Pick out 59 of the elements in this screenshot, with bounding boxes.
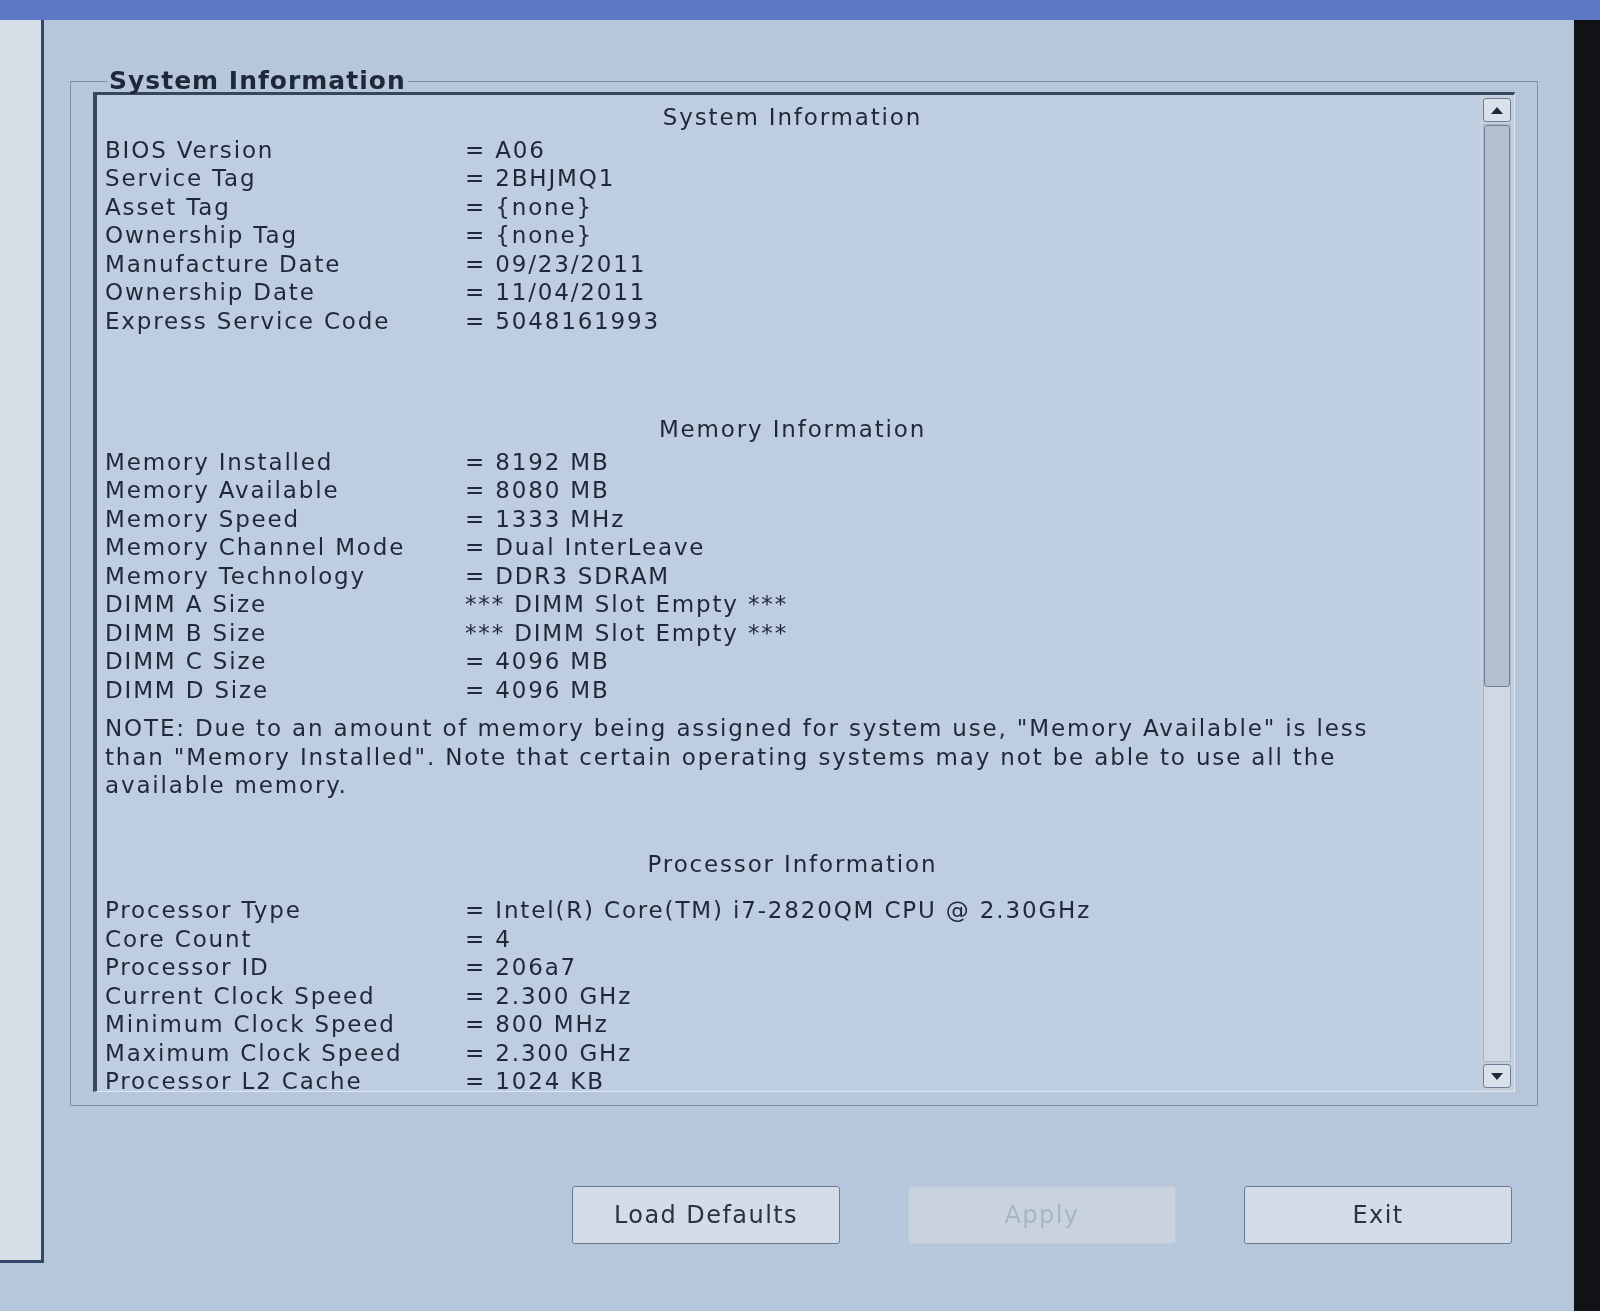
scrollbar-thumb[interactable] bbox=[1484, 125, 1510, 687]
field-value: = 4096 MB bbox=[465, 675, 610, 704]
field-label: Ownership Date bbox=[105, 278, 317, 307]
field-label: Ownership Tag bbox=[105, 221, 299, 250]
field-value: = 2BHJMQ1 bbox=[465, 164, 616, 193]
scroll-down-button[interactable] bbox=[1483, 1064, 1511, 1088]
scroll-up-button[interactable] bbox=[1483, 98, 1511, 122]
field-label: Memory Available bbox=[105, 476, 341, 505]
dialog-button[interactable]: Exit bbox=[1244, 1186, 1512, 1244]
field-label: BIOS Version bbox=[105, 135, 276, 164]
section-heading: Processor Information bbox=[647, 849, 938, 878]
field-value: = 1024 KB bbox=[465, 1067, 605, 1091]
field-value: = 8192 MB bbox=[465, 447, 610, 476]
group-box-title: System Information bbox=[108, 66, 407, 96]
field-value: *** DIMM Slot Empty *** bbox=[465, 618, 788, 647]
field-label: Processor Type bbox=[105, 896, 303, 925]
field-label: Express Service Code bbox=[105, 306, 392, 335]
field-label: Processor ID bbox=[105, 953, 271, 982]
section-heading: System Information bbox=[662, 103, 923, 132]
field-label: DIMM C Size bbox=[105, 647, 269, 676]
field-label: Service Tag bbox=[105, 164, 258, 193]
field-label: DIMM A Size bbox=[105, 590, 268, 619]
field-value: = {none} bbox=[465, 221, 593, 250]
field-value: = {none} bbox=[465, 192, 593, 221]
section-heading: Memory Information bbox=[658, 415, 927, 444]
field-value: = 4 bbox=[465, 924, 512, 953]
field-label: Manufacture Date bbox=[105, 249, 343, 278]
field-label: Memory Technology bbox=[105, 561, 367, 590]
field-label: Minimum Clock Speed bbox=[105, 1010, 397, 1039]
field-value: = 800 MHz bbox=[465, 1010, 609, 1039]
field-value: = Dual InterLeave bbox=[465, 533, 706, 562]
dialog-button[interactable]: Load Defaults bbox=[572, 1186, 840, 1244]
field-value: = A06 bbox=[465, 135, 546, 164]
field-label: Memory Speed bbox=[105, 504, 302, 533]
field-label: Processor L2 Cache bbox=[105, 1067, 364, 1091]
field-label: Memory Channel Mode bbox=[105, 533, 407, 562]
field-value: *** DIMM Slot Empty *** bbox=[465, 590, 788, 619]
field-value: = 09/23/2011 bbox=[465, 249, 647, 278]
field-value: = 1333 MHz bbox=[465, 504, 626, 533]
field-value: = 11/04/2011 bbox=[465, 278, 647, 307]
field-value: = 5048161993 bbox=[465, 306, 660, 335]
field-label: Maximum Clock Speed bbox=[105, 1038, 404, 1067]
field-label: Current Clock Speed bbox=[105, 981, 377, 1010]
field-value: = 2.300 GHz bbox=[465, 1038, 633, 1067]
field-value: = 8080 MB bbox=[465, 476, 610, 505]
field-label: Memory Installed bbox=[105, 447, 335, 476]
field-label: Core Count bbox=[105, 924, 254, 953]
field-value: = 2.300 GHz bbox=[465, 981, 633, 1010]
field-label: Asset Tag bbox=[105, 192, 232, 221]
down-arrow-icon bbox=[1491, 1072, 1503, 1080]
field-value: = 206a7 bbox=[465, 953, 578, 982]
field-value: = DDR3 SDRAM bbox=[465, 561, 670, 590]
up-arrow-icon bbox=[1491, 106, 1503, 114]
field-value: = 4096 MB bbox=[465, 647, 610, 676]
memory-note: NOTE: Due to an amount of memory being assigned for system use, "Memory Available" is less than "Memory Installed". Note that certain operating systems may not be able to use all the available memory. bbox=[105, 714, 1370, 800]
field-label: DIMM B Size bbox=[105, 618, 269, 647]
field-value: = Intel(R) Core(TM) i7-2820QM CPU @ 2.30GHz bbox=[465, 896, 1092, 925]
scrollbar-track[interactable] bbox=[1483, 124, 1511, 1062]
field-label: DIMM D Size bbox=[105, 675, 270, 704]
